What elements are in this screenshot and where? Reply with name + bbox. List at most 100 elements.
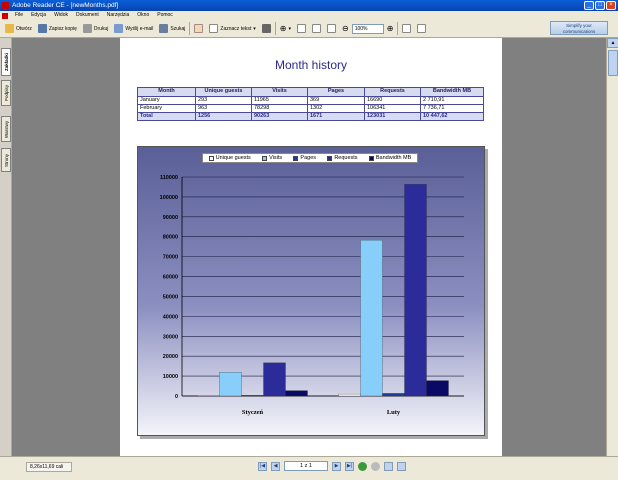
minimize-button[interactable]: _ — [584, 1, 594, 10]
bar-chart: Unique guests Visits Pages Requests Band… — [137, 146, 485, 436]
print-label: Drukuj — [93, 25, 109, 32]
single-page-icon[interactable] — [384, 461, 393, 471]
snapshot-button[interactable] — [259, 21, 274, 37]
fit-width-icon — [327, 24, 336, 33]
text-cursor-icon — [209, 24, 219, 33]
x-tick-label: Luty — [387, 409, 401, 416]
print-button[interactable]: Drukuj — [80, 21, 111, 37]
zoom-level-input[interactable]: 100% — [351, 23, 384, 34]
toolbar-separator — [274, 22, 276, 35]
menu-view[interactable]: Widok — [50, 11, 72, 20]
table-cell: 106341 — [364, 104, 421, 113]
tab-bookmarks[interactable]: Zakładki — [1, 48, 11, 76]
search-label: Szukaj — [170, 25, 186, 32]
hand-tool-button[interactable] — [191, 21, 206, 37]
previous-page-icon[interactable]: ◀ — [271, 461, 280, 471]
save-copy-label: Zapisz kopię — [48, 25, 77, 32]
email-button[interactable]: Wyślij e-mail — [111, 21, 156, 37]
maximize-button[interactable]: □ — [595, 1, 605, 10]
fit-page-button[interactable] — [309, 21, 324, 37]
email-label: Wyślij e-mail — [125, 25, 154, 32]
continuous-page-icon[interactable] — [397, 461, 406, 471]
table-row: January 293 11965 369 16690 2 710,91 — [137, 96, 484, 105]
table-cell: 293 — [195, 96, 252, 105]
month-history-table: Month Unique guests Visits Pages Request… — [137, 87, 484, 121]
zoom-in-icon: ⊕ — [386, 24, 394, 33]
printer-icon — [82, 24, 92, 33]
chart-plot: 0 10000 20000 30000 40000 50000 60000 70000 8000… — [160, 175, 464, 416]
menu-help[interactable]: Pomoc — [153, 11, 177, 20]
statusbar: 8,26x11,69 cali |◀ ◀ 1 z 1 ▶ ▶| — [0, 456, 618, 480]
save-copy-button[interactable]: Zapisz kopię — [35, 21, 80, 37]
help-icon — [417, 24, 427, 33]
table-total-row: Total 1256 90263 1671 123031 10 447,62 — [137, 112, 484, 121]
page-number-input[interactable]: 1 z 1 — [284, 461, 328, 471]
open-label: Otwórz — [16, 25, 32, 32]
promo-line2: communications — [562, 29, 596, 34]
zoom-out-button[interactable]: ⊖ — [339, 21, 352, 37]
rotate-button[interactable] — [399, 21, 414, 37]
tab-pages[interactable]: Strony — [1, 148, 11, 172]
rotate-icon — [402, 24, 412, 33]
first-page-icon[interactable]: |◀ — [258, 461, 267, 471]
chevron-down-icon: ▾ — [253, 25, 256, 32]
page-size-indicator: 8,26x11,69 cali — [26, 462, 72, 472]
menu-edit[interactable]: Edycja — [27, 11, 50, 20]
table-cell: 10 447,62 — [420, 112, 484, 121]
menu-window[interactable]: Okno — [133, 11, 153, 20]
menubar: File Edycja Widok Dokument Narzędzia Okn… — [0, 11, 618, 20]
go-forward-icon[interactable] — [371, 461, 380, 471]
bar — [219, 372, 242, 397]
tab-layers[interactable]: Warstwy — [1, 116, 11, 142]
table-cell: 1671 — [307, 112, 365, 121]
y-tick-label: 20000 — [163, 354, 178, 360]
bar — [404, 184, 427, 397]
last-page-icon[interactable]: ▶| — [345, 461, 354, 471]
menu-document[interactable]: Dokument — [72, 11, 103, 20]
document-icon — [2, 12, 8, 19]
page-icon — [297, 24, 306, 33]
scroll-up-icon[interactable]: ▲ — [607, 38, 618, 48]
toolbar-separator — [397, 22, 399, 35]
zoom-tool-button[interactable]: ⊕ ▾ — [277, 21, 294, 37]
actual-size-button[interactable] — [294, 21, 309, 37]
save-icon — [37, 24, 47, 33]
fit-page-icon — [312, 24, 321, 33]
table-cell: 369 — [307, 96, 365, 105]
bar — [338, 393, 361, 397]
email-icon — [114, 24, 124, 33]
window-controls: _ □ × — [584, 1, 616, 10]
toolbar-separator — [189, 22, 191, 35]
help-button[interactable] — [414, 21, 429, 37]
y-tick-label: 70000 — [163, 255, 178, 261]
next-page-icon[interactable]: ▶ — [332, 461, 341, 471]
table-cell: 78298 — [251, 104, 308, 113]
y-tick-label: 100000 — [160, 195, 178, 201]
page-navigation: |◀ ◀ 1 z 1 ▶ ▶| — [258, 461, 406, 471]
window-title: Adobe Reader CE - [newMonths.pdf] — [12, 2, 119, 9]
y-tick-label: 80000 — [163, 235, 178, 241]
y-tick-label: 0 — [175, 394, 178, 400]
menu-tools[interactable]: Narzędzia — [103, 11, 134, 20]
zoom-in-button[interactable]: ⊕ — [384, 21, 397, 37]
scroll-thumb[interactable] — [608, 50, 618, 76]
y-tick-label: 30000 — [163, 334, 178, 340]
promo-banner[interactable]: Simplify your communications — [550, 21, 608, 35]
fit-width-button[interactable] — [324, 21, 339, 37]
vertical-scrollbar[interactable]: ▲ — [606, 38, 618, 456]
menu-file[interactable]: File — [11, 11, 27, 20]
chevron-down-icon: ▾ — [288, 25, 291, 32]
search-button[interactable]: Szukaj — [156, 21, 188, 37]
table-cell: 1256 — [195, 112, 252, 121]
tab-signatures[interactable]: Podpisy — [1, 80, 11, 106]
bar — [263, 362, 286, 397]
binoculars-icon — [159, 24, 169, 33]
go-back-icon[interactable] — [358, 461, 367, 471]
close-button[interactable]: × — [606, 1, 616, 10]
navigation-pane: Zakładki Podpisy Warstwy Strony — [0, 38, 12, 456]
bar — [241, 395, 264, 397]
open-button[interactable]: Otwórz — [2, 21, 35, 37]
table-cell: 963 — [195, 104, 252, 113]
select-text-button[interactable]: Zaznacz tekst ▾ — [206, 21, 258, 37]
page-title: Month history — [274, 58, 348, 72]
